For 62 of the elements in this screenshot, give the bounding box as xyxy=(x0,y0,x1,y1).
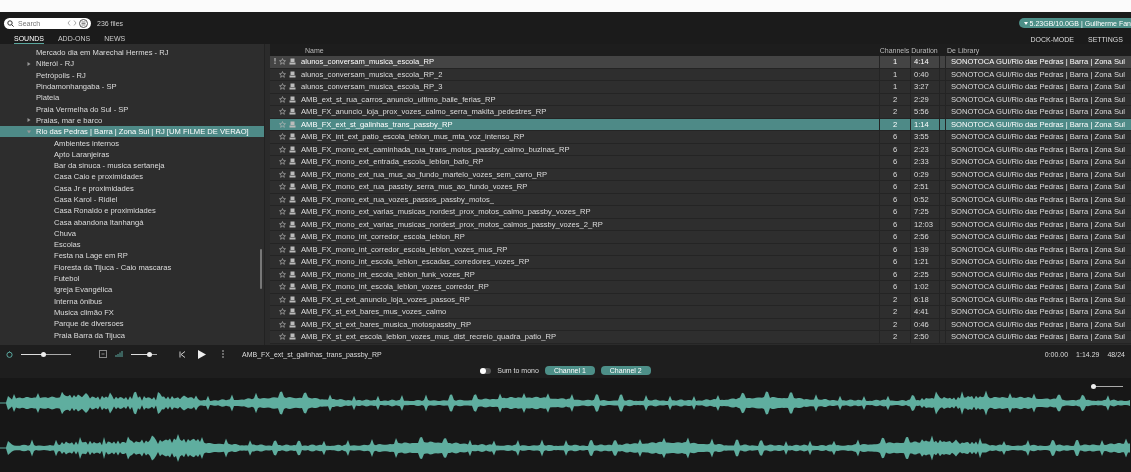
loop-icon[interactable] xyxy=(99,350,107,358)
star-icon[interactable] xyxy=(279,283,286,291)
timer-icon[interactable] xyxy=(6,350,13,358)
drive-icon xyxy=(289,258,296,266)
previous-icon[interactable] xyxy=(179,350,186,358)
drive-icon xyxy=(289,170,296,178)
drive-icon xyxy=(289,295,296,303)
drive-icon xyxy=(289,270,296,278)
star-icon[interactable] xyxy=(279,170,286,178)
star-icon[interactable] xyxy=(279,83,286,91)
slider-thumb[interactable] xyxy=(41,351,46,357)
drive-icon xyxy=(289,208,296,216)
star-icon[interactable] xyxy=(279,108,286,116)
scrollbar[interactable] xyxy=(260,249,262,289)
star-icon[interactable] xyxy=(279,145,286,153)
drive-icon xyxy=(289,220,296,228)
drive-icon xyxy=(289,158,296,166)
star-icon[interactable] xyxy=(279,245,286,253)
star-icon[interactable] xyxy=(279,158,286,166)
drive-icon xyxy=(289,245,296,253)
drive-icon xyxy=(289,333,296,341)
star-icon[interactable] xyxy=(279,183,286,191)
star-icon[interactable] xyxy=(279,95,286,103)
caret-right-icon[interactable] xyxy=(27,118,31,123)
toggle-switch[interactable] xyxy=(480,367,492,374)
slider-thumb[interactable] xyxy=(146,351,152,357)
star-icon[interactable] xyxy=(279,295,286,303)
drive-icon xyxy=(289,308,296,316)
caret-right-icon[interactable] xyxy=(27,61,31,66)
drag-handle-icon[interactable] xyxy=(273,58,276,65)
star-icon[interactable] xyxy=(279,70,286,78)
drive-icon xyxy=(289,70,296,78)
drive-icon xyxy=(289,145,296,153)
drive-icon xyxy=(289,133,296,141)
drive-icon xyxy=(289,183,296,191)
star-icon[interactable] xyxy=(279,208,286,216)
star-icon[interactable] xyxy=(279,258,286,266)
star-icon[interactable] xyxy=(279,333,286,341)
drive-icon xyxy=(289,58,296,66)
chevron-right-icon[interactable] xyxy=(73,20,77,26)
play-icon[interactable] xyxy=(198,349,206,359)
menu-icon[interactable] xyxy=(79,18,88,28)
slider-thumb[interactable] xyxy=(1090,384,1096,389)
star-icon[interactable] xyxy=(279,58,286,66)
drive-icon xyxy=(289,233,296,241)
star-icon[interactable] xyxy=(279,133,286,141)
drive-icon xyxy=(289,320,296,328)
drive-icon xyxy=(289,108,296,116)
star-icon[interactable] xyxy=(279,308,286,316)
star-icon[interactable] xyxy=(279,320,286,328)
drive-icon xyxy=(289,283,296,291)
star-icon[interactable] xyxy=(279,195,286,203)
chevron-left-icon[interactable] xyxy=(67,20,71,26)
star-icon[interactable] xyxy=(279,120,286,128)
star-icon[interactable] xyxy=(279,270,286,278)
level-bars-icon xyxy=(115,351,123,357)
star-icon[interactable] xyxy=(279,220,286,228)
drive-icon xyxy=(289,120,296,128)
drive-icon xyxy=(289,95,296,103)
star-icon[interactable] xyxy=(279,233,286,241)
drive-icon xyxy=(289,83,296,91)
drive-icon xyxy=(289,195,296,203)
